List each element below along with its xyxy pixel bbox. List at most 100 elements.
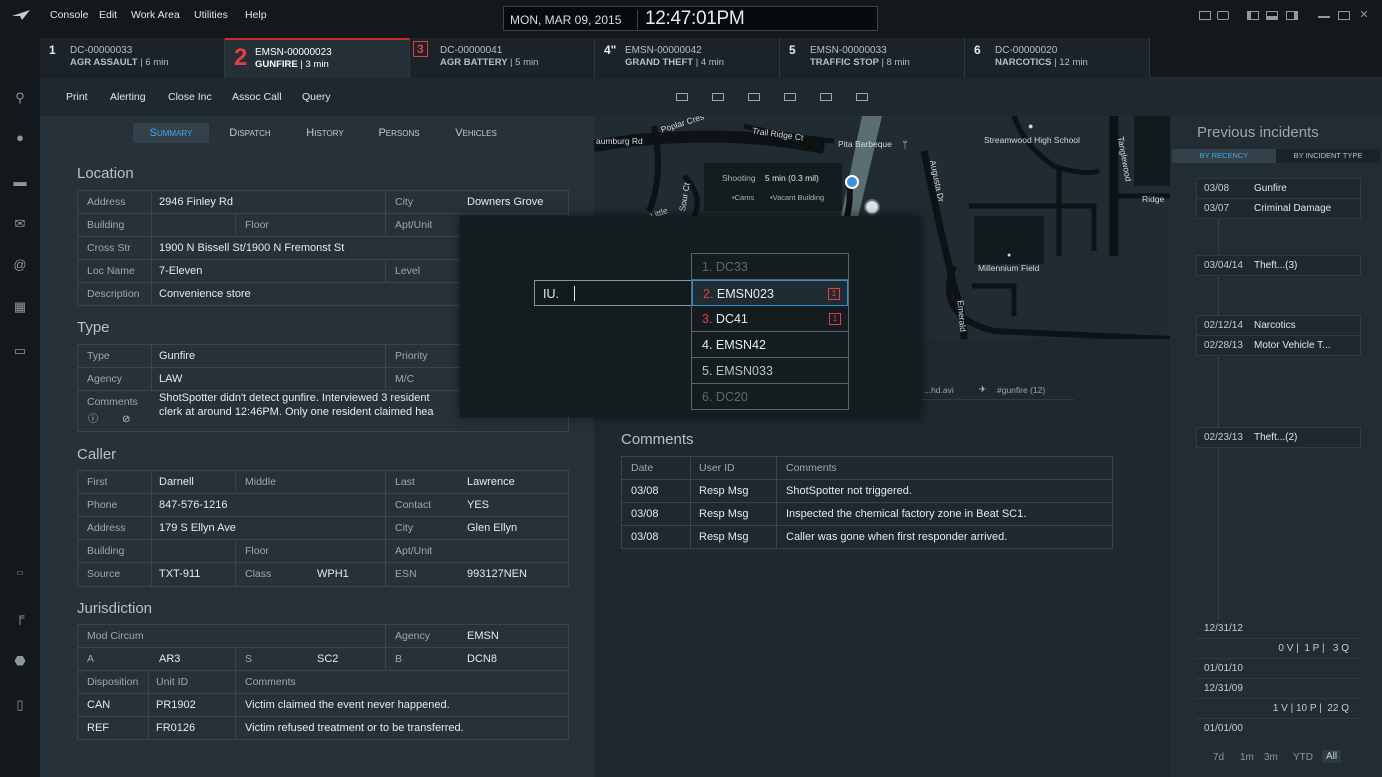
address-value[interactable]: 2946 Finley Rd — [159, 191, 233, 214]
mail-icon[interactable]: ✉ — [11, 217, 29, 231]
b-value[interactable]: DCN8 — [467, 648, 497, 671]
type-value[interactable]: Gunfire — [159, 345, 195, 368]
class-value[interactable]: WPH1 — [317, 563, 349, 586]
table-row[interactable]: 03/08 Resp Msg Caller was gone when firs… — [622, 526, 1112, 549]
phone-label: Phone — [87, 499, 118, 511]
incident-tab-4[interactable]: 4" EMSN-00000042 GRAND THEFT | 4 min — [595, 38, 780, 78]
layout-left-icon[interactable] — [1247, 11, 1259, 20]
autocomplete-option[interactable]: 6. DC20 — [692, 384, 848, 410]
source-value[interactable]: TXT-911 — [159, 563, 200, 586]
list-item[interactable]: 02/23/13 Theft...(2) — [1197, 428, 1360, 448]
incident-tab-5[interactable]: 5 EMSN-00000033 TRAFFIC STOP | 8 min — [780, 38, 965, 78]
table-row[interactable]: REF FR0126 Victim refused treatment or t… — [78, 717, 568, 740]
incident-tab-3[interactable]: 3 DC-00000041 AGR BATTERY | 5 min — [410, 38, 595, 78]
chat-icon[interactable]: ▭ — [11, 344, 29, 358]
contact-value[interactable]: YES — [467, 494, 489, 517]
menu-help[interactable]: Help — [245, 9, 267, 21]
phone-value[interactable]: 847-576-1216 — [159, 494, 228, 517]
layout-bottom-icon[interactable] — [1266, 11, 1278, 20]
camera-icon[interactable] — [1217, 11, 1229, 20]
gun-icon[interactable]: ╒ — [11, 610, 29, 624]
filter-3m[interactable]: 3m — [1264, 752, 1278, 763]
layout-slot-5-icon[interactable] — [820, 93, 832, 101]
command-input[interactable]: IU. — [534, 280, 692, 306]
jur-agency-value[interactable]: EMSN — [467, 625, 499, 648]
incident-tab-2[interactable]: 2 EMSN-00000023 GUNFIRE | 3 min — [225, 38, 410, 78]
attach-icon[interactable]: ⊘ — [122, 408, 130, 431]
city-value[interactable]: Downers Grove — [467, 191, 543, 214]
loc-name-value[interactable]: 7-Eleven — [159, 260, 202, 283]
last-value[interactable]: Lawrence — [467, 471, 515, 494]
menu-utilities[interactable]: Utilities — [194, 9, 228, 21]
timeline-summary[interactable]: 0 V | 1 P | 3 Q — [1196, 639, 1361, 659]
caller-city-value[interactable]: Glen Ellyn — [467, 517, 517, 540]
cross-street-value[interactable]: 1900 N Bissell St/1900 N Fremonst St — [159, 237, 344, 260]
layout-slot-3-icon[interactable] — [748, 93, 760, 101]
map-icon[interactable]: ▦ — [11, 300, 29, 314]
autocomplete-option[interactable]: 1. DC33 — [692, 254, 848, 280]
menu-console[interactable]: Console — [50, 9, 89, 21]
autocomplete-option[interactable]: 5. EMSN033 — [692, 358, 848, 384]
list-item[interactable]: 03/08 Gunfire — [1197, 179, 1360, 199]
tab-by-incident-type[interactable]: BY INCIDENT TYPE — [1276, 149, 1380, 163]
query-button[interactable]: Query — [302, 91, 331, 103]
table-row[interactable]: 03/08 Resp Msg Inspected the chemical fa… — [622, 503, 1112, 526]
tab-dispatch[interactable]: Dispatch — [218, 123, 282, 143]
incident-tab-1[interactable]: 1 DC-00000033 AGR ASSAULT | 6 min — [40, 38, 225, 78]
user-add-icon[interactable]: ● — [11, 131, 29, 145]
screen-icon[interactable] — [1199, 11, 1211, 20]
info-icon[interactable]: ⓘ — [88, 408, 98, 431]
caller-address-value[interactable]: 179 S Ellyn Ave — [159, 517, 236, 540]
plate-icon[interactable]: ▭ — [11, 566, 29, 580]
tweet-link[interactable]: #gunfire (12) — [997, 385, 1045, 395]
menu-work-area[interactable]: Work Area — [131, 9, 180, 21]
first-value[interactable]: Darnell — [159, 471, 194, 494]
table-row[interactable]: 03/08 Resp Msg ShotSpotter not triggered… — [622, 480, 1112, 503]
stop-icon[interactable]: ⬣ — [11, 654, 29, 668]
table-row[interactable]: CAN PR1902 Victim claimed the event neve… — [78, 694, 568, 717]
s-value[interactable]: SC2 — [317, 648, 338, 671]
list-item[interactable]: 02/28/13 Motor Vehicle T... — [1197, 336, 1360, 356]
filter-7d[interactable]: 7d — [1213, 752, 1224, 763]
filter-1m[interactable]: 1m — [1240, 752, 1254, 763]
maximize-icon[interactable] — [1338, 11, 1350, 20]
a-value[interactable]: AR3 — [159, 648, 180, 671]
clipboard-icon[interactable]: ▯ — [11, 698, 29, 712]
layout-slot-4-icon[interactable] — [784, 93, 796, 101]
print-button[interactable]: Print — [66, 91, 88, 103]
menu-edit[interactable]: Edit — [99, 9, 117, 21]
car-icon[interactable]: ▬ — [11, 175, 29, 189]
incident-location-marker-icon[interactable] — [845, 175, 859, 189]
layout-slot-1-icon[interactable] — [676, 93, 688, 101]
list-item[interactable]: 03/04/14 Theft...(3) — [1197, 256, 1360, 276]
timeline-summary[interactable]: 1 V | 10 P | 22 Q — [1196, 699, 1361, 719]
list-item[interactable]: 02/12/14 Narcotics — [1197, 316, 1360, 336]
alerting-button[interactable]: Alerting — [110, 91, 146, 103]
close-inc-button[interactable]: Close Inc — [168, 91, 212, 103]
tab-persons[interactable]: Persons — [368, 123, 430, 143]
autocomplete-option-selected[interactable]: 2. EMSN023 1 — [692, 280, 848, 306]
filter-ytd[interactable]: YTD — [1293, 752, 1313, 763]
search-icon[interactable]: ⚲ — [11, 91, 29, 105]
autocomplete-option[interactable]: 4. EMSN42 — [692, 332, 848, 358]
esn-value[interactable]: 993127NEN — [467, 563, 527, 586]
filter-all[interactable]: All — [1322, 750, 1342, 763]
layout-right-icon[interactable] — [1286, 11, 1298, 20]
assoc-call-button[interactable]: Assoc Call — [232, 91, 282, 103]
incident-tab-6[interactable]: 6 DC-00000020 NARCOTICS | 12 min — [965, 38, 1150, 78]
tab-vehicles[interactable]: Vehicles — [445, 123, 507, 143]
minimize-icon[interactable] — [1318, 14, 1330, 18]
tab-summary[interactable]: Summary — [133, 123, 209, 143]
layout-slot-2-icon[interactable] — [712, 93, 724, 101]
layout-slot-6-icon[interactable] — [856, 93, 868, 101]
unit-vehicle-icon[interactable] — [864, 199, 880, 215]
video-link[interactable]: ...hd.avi — [924, 385, 954, 395]
list-item[interactable]: 03/07 Criminal Damage — [1197, 199, 1360, 219]
at-icon[interactable]: @ — [11, 258, 29, 272]
description-value[interactable]: Convenience store — [159, 283, 251, 306]
map-incident-popup[interactable]: Shooting 5 min (0.3 mil) •Cams •Vacant B… — [704, 163, 842, 211]
close-icon[interactable]: ✕ — [1358, 10, 1370, 21]
tab-by-recency[interactable]: BY RECENCY — [1172, 149, 1276, 163]
tab-history[interactable]: History — [296, 123, 354, 143]
autocomplete-option[interactable]: 3. DC41 1 — [692, 306, 848, 332]
